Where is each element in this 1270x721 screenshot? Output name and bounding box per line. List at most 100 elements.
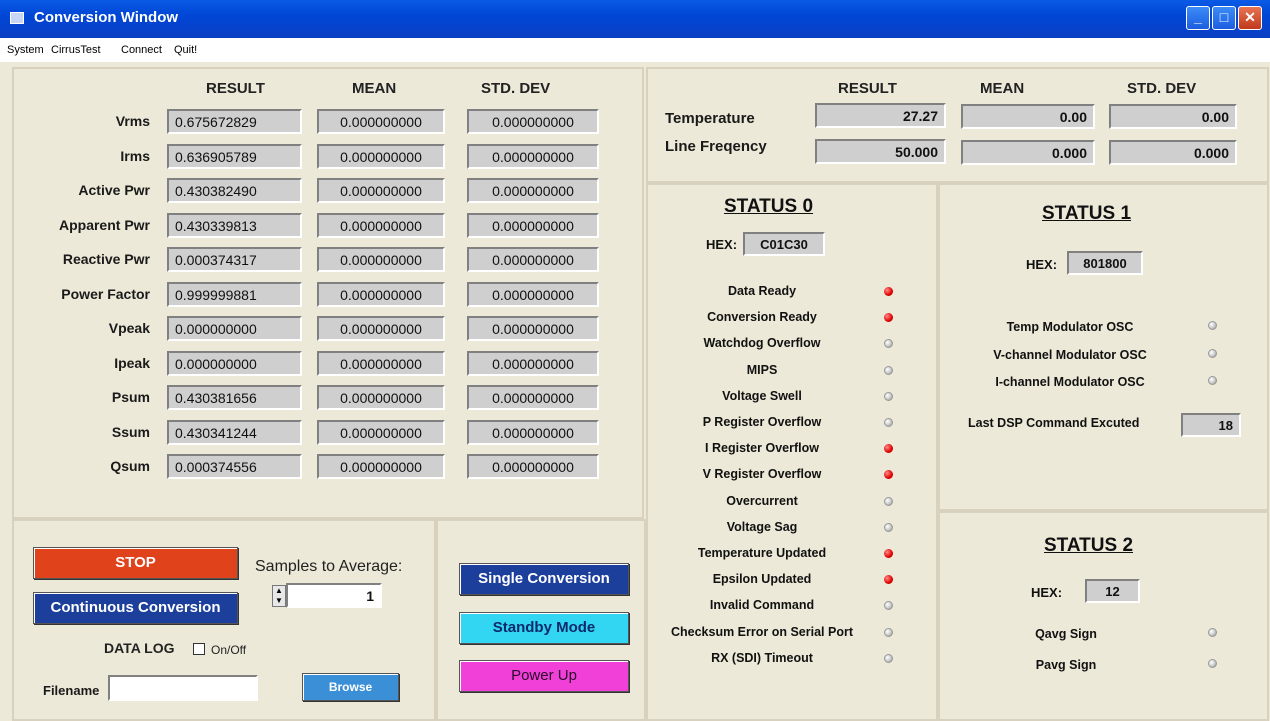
status1-label: I-channel Modulator OSC (995, 375, 1145, 389)
mean-field: 0.000000000 (317, 143, 445, 169)
mean-field: 0.000000000 (317, 316, 445, 341)
row-label: Power Factor (61, 285, 150, 302)
temp-std-field: 0.000 (1109, 140, 1237, 165)
minimize-button[interactable]: _ (1186, 6, 1210, 30)
std-dev-field: 0.000000000 (467, 281, 599, 307)
mean-field: 0.000000000 (317, 109, 445, 134)
temp-row-label: Line Freqency (665, 138, 767, 155)
status0-label: Checksum Error on Serial Port (670, 624, 853, 639)
status-led-icon (1208, 659, 1217, 668)
status0-label: Overcurrent (726, 493, 798, 508)
power-up-button[interactable]: Power Up (459, 660, 629, 692)
status2-hex-field: 12 (1085, 579, 1140, 603)
result-field: 0.000000000 (167, 316, 302, 341)
temp-column-header: MEAN (980, 80, 1025, 97)
row-label: Reactive Pwr (62, 251, 150, 267)
std-dev-field: 0.000000000 (467, 419, 599, 445)
status-led-icon (884, 549, 893, 558)
status0-label: V Register Overflow (702, 467, 822, 482)
status0-label: MIPS (746, 362, 778, 377)
std-dev-field: 0.000000000 (467, 247, 599, 272)
temp-row-label: Temperature (665, 110, 755, 127)
window-title: Conversion Window (34, 9, 179, 26)
samples-spinner[interactable]: ▲ ▼ (272, 585, 286, 607)
column-header: STD. DEV (481, 80, 551, 97)
status2-label: Pavg Sign (1035, 658, 1097, 672)
status0-label: P Register Overflow (702, 415, 822, 429)
last-dsp-field: 18 (1181, 413, 1241, 437)
result-field: 0.430382490 (167, 178, 302, 203)
status-led-icon (884, 653, 893, 663)
menu-connect[interactable]: Connect (121, 44, 162, 56)
app-icon (10, 12, 24, 24)
last-dsp-label: Last DSP Command Excuted (968, 416, 1140, 430)
status-led-icon (884, 522, 893, 532)
mean-field: 0.000000000 (317, 247, 445, 272)
status0-title: STATUS 0 (724, 196, 814, 217)
temp-mean-field: 0.00 (961, 104, 1095, 129)
menu-system[interactable]: System (7, 44, 44, 56)
title-bar: Conversion Window _ □ ✕ (0, 0, 1270, 38)
column-header: RESULT (206, 80, 265, 97)
mean-field: 0.000000000 (317, 454, 445, 479)
samples-label: Samples to Average: (255, 558, 403, 575)
temp-result-field: 50.000 (815, 139, 946, 164)
std-dev-field: 0.000000000 (467, 316, 599, 341)
result-field: 0.636905789 (167, 143, 302, 169)
status-led-icon (884, 418, 893, 427)
row-label: Vpeak (108, 320, 150, 336)
status0-label: Temperature Updated (697, 546, 827, 560)
std-dev-field: 0.000000000 (467, 178, 599, 203)
menu-bar: System CirrusTest Connect Quit! (0, 38, 1270, 62)
row-label: Irms (120, 147, 150, 164)
status0-label: Invalid Command (709, 598, 815, 613)
status0-label: Conversion Ready (707, 310, 817, 325)
datalog-checkbox[interactable] (193, 643, 205, 655)
std-dev-field: 0.000000000 (467, 143, 599, 169)
close-button[interactable]: ✕ (1238, 6, 1262, 30)
result-field: 0.430339813 (167, 212, 302, 238)
result-field: 0.430381656 (167, 385, 302, 410)
result-field: 0.000000000 (167, 350, 302, 376)
column-header: MEAN (352, 80, 397, 97)
menu-cirrustest[interactable]: CirrusTest (51, 44, 101, 56)
status0-hex-label: HEX: (706, 237, 738, 252)
status0-label: RX (SDI) Timeout (711, 650, 813, 665)
std-dev-field: 0.000000000 (467, 454, 599, 479)
status0-label: I Register Overflow (705, 441, 819, 456)
filename-label: Filename (43, 683, 100, 698)
status0-label: Watchdog Overflow (703, 336, 821, 351)
status-led-icon (884, 391, 893, 401)
status2-label: Qavg Sign (1035, 627, 1097, 641)
row-label: Active Pwr (78, 182, 150, 198)
result-field: 0.000374317 (167, 247, 302, 272)
status0-label: Voltage Sag (726, 519, 798, 534)
status1-hex-label: HEX: (1026, 257, 1058, 272)
status-led-icon (884, 496, 893, 506)
onoff-label: On/Off (211, 643, 247, 657)
standby-mode-button[interactable]: Standby Mode (459, 612, 629, 644)
browse-button[interactable]: Browse (302, 673, 399, 701)
menu-quit[interactable]: Quit! (174, 44, 197, 56)
continuous-conversion-button[interactable]: Continuous Conversion (33, 592, 238, 624)
filename-input[interactable] (108, 675, 258, 701)
std-dev-field: 0.000000000 (467, 109, 599, 134)
status-led-icon (1208, 321, 1217, 330)
status2-hex-label: HEX: (1031, 585, 1063, 600)
mean-field: 0.000000000 (317, 281, 445, 307)
row-label: Vrms (115, 113, 150, 129)
status1-label: V-channel Modulator OSC (993, 347, 1147, 362)
status-led-icon (884, 287, 893, 296)
status0-label: Epsilon Updated (712, 572, 812, 587)
single-conversion-button[interactable]: Single Conversion (459, 563, 629, 595)
row-label: Psum (111, 389, 150, 405)
samples-input[interactable]: 1 (286, 583, 382, 608)
row-label: Qsum (110, 458, 150, 474)
temp-std-field: 0.00 (1109, 104, 1237, 129)
row-label: Ipeak (114, 354, 150, 371)
result-field: 0.675672829 (167, 109, 302, 134)
maximize-button[interactable]: □ (1212, 6, 1236, 30)
stop-button[interactable]: STOP (33, 547, 238, 579)
status0-label: Data Ready (727, 284, 797, 298)
status-led-icon (884, 365, 893, 375)
